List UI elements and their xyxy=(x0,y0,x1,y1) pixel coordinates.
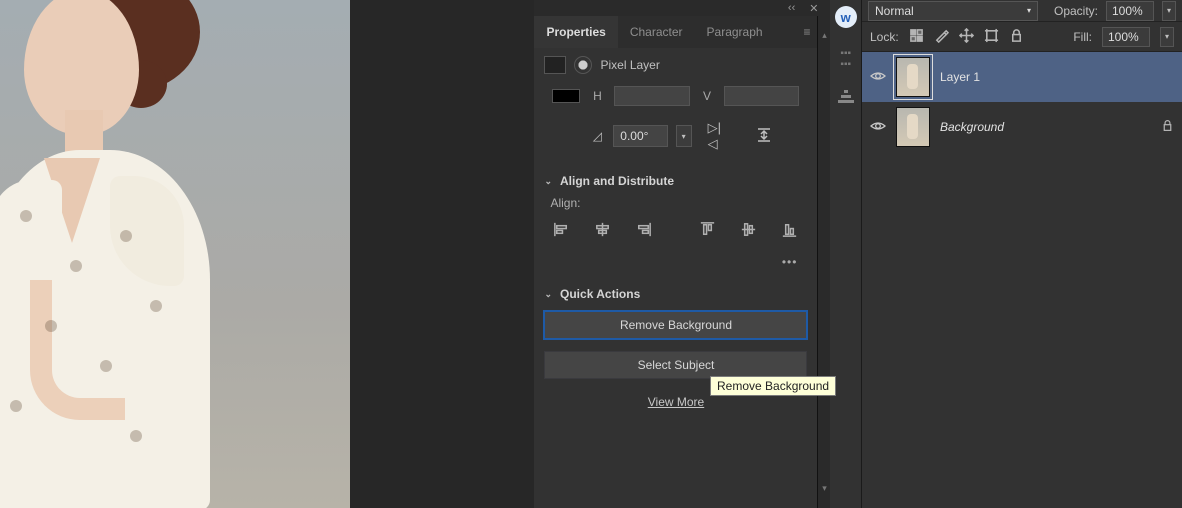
layer-row[interactable]: Background xyxy=(862,102,1182,152)
height-field[interactable] xyxy=(614,86,690,106)
color-swatch[interactable] xyxy=(552,89,580,103)
remove-background-button[interactable]: Remove Background xyxy=(544,311,807,339)
chevron-down-icon[interactable]: ⌄ xyxy=(544,176,552,187)
align-top-icon[interactable] xyxy=(698,220,717,239)
close-panel-icon[interactable]: ✕ xyxy=(809,2,818,15)
v-label: V xyxy=(700,89,714,103)
libraries-icon[interactable]: w xyxy=(835,6,857,28)
lock-label: Lock: xyxy=(870,30,899,44)
lock-artboard-icon[interactable] xyxy=(984,28,999,46)
histogram-icon[interactable]: ▪▪▪▪▪▪ xyxy=(840,48,851,70)
canvas-image xyxy=(0,0,350,508)
tab-character[interactable]: Character xyxy=(618,16,695,48)
opacity-field[interactable]: 100% xyxy=(1106,1,1154,21)
adjustments-icon[interactable] xyxy=(838,90,854,109)
panel-menu-icon[interactable]: ≡ xyxy=(803,25,809,39)
blend-mode-value: Normal xyxy=(875,4,914,18)
view-more-link[interactable]: View More xyxy=(534,395,817,409)
align-vcenter-icon[interactable] xyxy=(739,220,758,239)
fill-dropdown[interactable]: ▾ xyxy=(1160,27,1174,47)
rotate-icon: ◿ xyxy=(589,127,605,145)
scroll-down-icon[interactable]: ▾ xyxy=(818,483,830,494)
layer-name[interactable]: Layer 1 xyxy=(940,70,980,84)
properties-panel: Properties Character Paragraph ≡ Pixel L… xyxy=(534,16,818,508)
select-subject-button[interactable]: Select Subject xyxy=(544,351,807,379)
flip-horizontal-icon[interactable]: ▷|◁ xyxy=(708,120,729,152)
layer-type-label: Pixel Layer xyxy=(600,58,659,72)
angle-dropdown[interactable]: ▾ xyxy=(676,125,692,147)
quick-actions-title: Quick Actions xyxy=(560,287,640,301)
visibility-icon[interactable] xyxy=(870,119,886,135)
align-sublabel: Align: xyxy=(534,192,817,212)
visibility-icon[interactable] xyxy=(870,69,886,85)
scroll-up-icon[interactable]: ▴ xyxy=(818,30,830,41)
layer-name[interactable]: Background xyxy=(940,120,1004,134)
layer-type-icon xyxy=(544,56,566,74)
workspace-empty xyxy=(350,0,534,508)
vertical-field[interactable] xyxy=(724,86,800,106)
fill-label: Fill: xyxy=(1073,30,1092,44)
collapse-panel-icon[interactable]: ‹‹ xyxy=(788,2,795,14)
tab-paragraph[interactable]: Paragraph xyxy=(695,16,775,48)
lock-position-icon[interactable] xyxy=(959,28,974,46)
align-hcenter-icon[interactable] xyxy=(593,220,612,239)
document-canvas[interactable] xyxy=(0,0,350,508)
align-right-icon[interactable] xyxy=(634,220,653,239)
layer-thumbnail[interactable] xyxy=(896,107,930,147)
lock-icon[interactable] xyxy=(1161,119,1174,135)
mask-icon xyxy=(574,56,592,74)
opacity-label: Opacity: xyxy=(1054,4,1098,18)
panel-scrollbar[interactable]: ▴ ▾ xyxy=(818,16,830,508)
tooltip: Remove Background xyxy=(710,376,836,396)
fill-field[interactable]: 100% xyxy=(1102,27,1150,47)
layer-thumbnail[interactable] xyxy=(896,57,930,97)
lock-pixels-icon[interactable] xyxy=(934,28,949,46)
layer-row[interactable]: Layer 1 xyxy=(862,52,1182,102)
align-vertical-icon[interactable] xyxy=(756,127,772,146)
more-options-icon[interactable]: ••• xyxy=(534,249,817,275)
align-bottom-icon[interactable] xyxy=(780,220,799,239)
collapsed-panel-strip: w ▪▪▪▪▪▪ xyxy=(830,0,862,508)
angle-field[interactable]: 0.00° xyxy=(613,125,667,147)
layers-panel: Normal▾ Opacity: 100% ▾ Lock: Fill: 100%… xyxy=(862,0,1182,508)
chevron-down-icon[interactable]: ⌄ xyxy=(544,289,552,300)
tab-properties[interactable]: Properties xyxy=(534,16,617,48)
h-label: H xyxy=(590,89,604,103)
lock-transparency-icon[interactable] xyxy=(909,28,924,46)
lock-all-icon[interactable] xyxy=(1009,28,1024,46)
align-section-title: Align and Distribute xyxy=(560,174,674,188)
blend-mode-dropdown[interactable]: Normal▾ xyxy=(868,1,1038,21)
opacity-dropdown[interactable]: ▾ xyxy=(1162,1,1176,21)
align-left-icon[interactable] xyxy=(552,220,571,239)
